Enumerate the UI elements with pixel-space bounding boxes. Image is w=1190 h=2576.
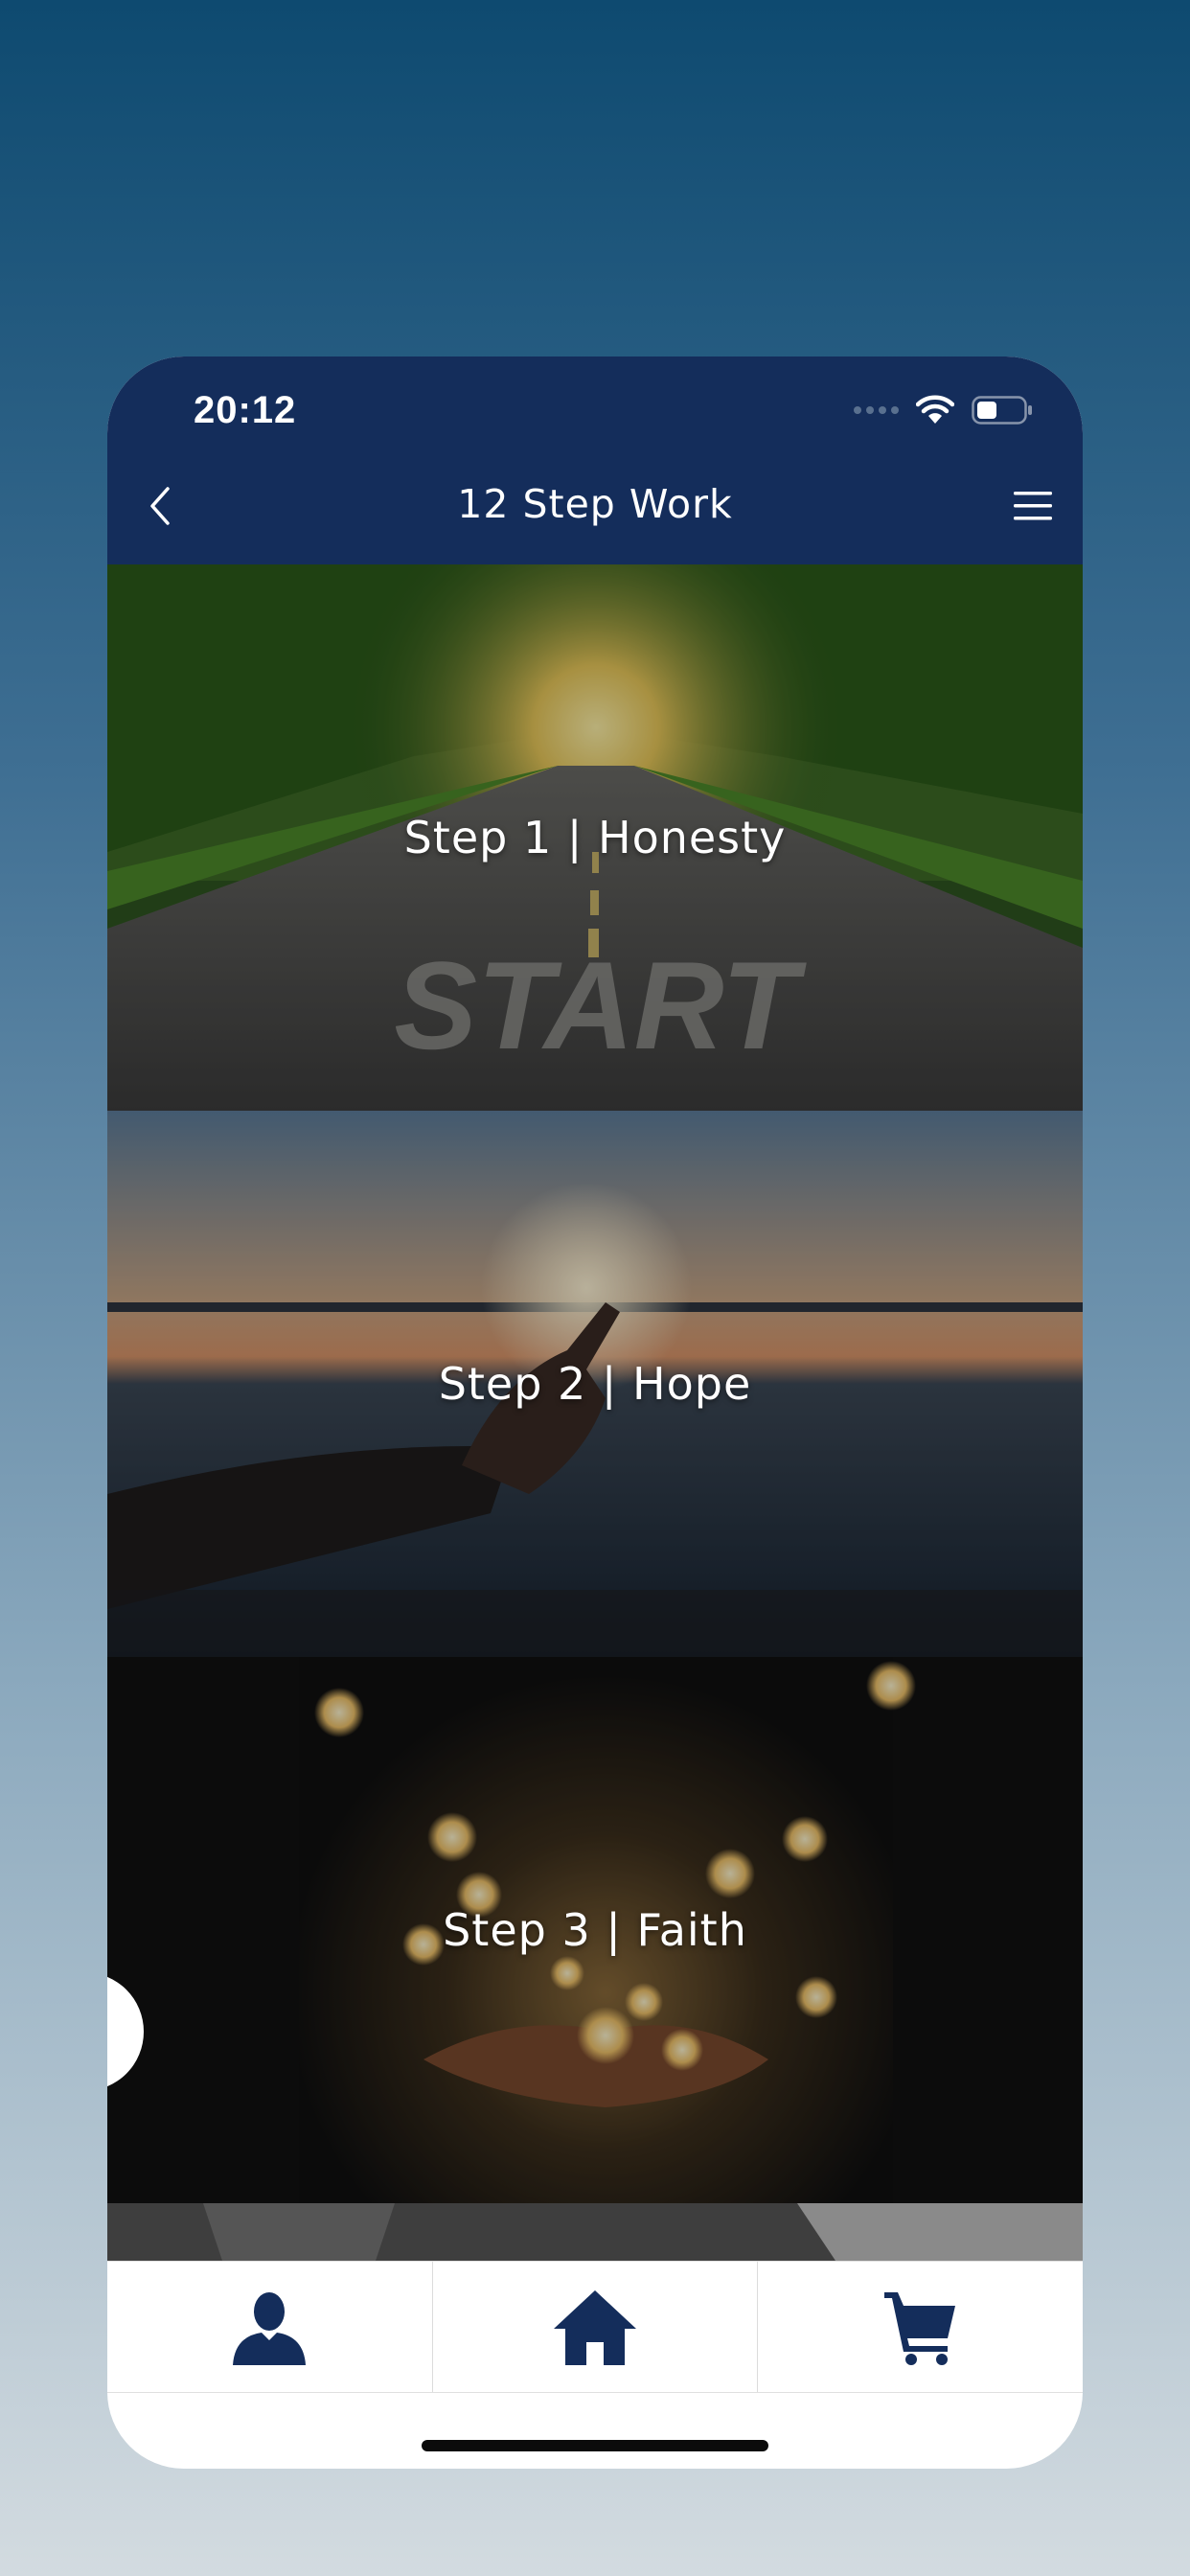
user-icon <box>233 2292 307 2365</box>
step-card-3[interactable]: Step 3 | Faith <box>107 1657 1083 2203</box>
cart-icon <box>883 2292 955 2365</box>
wifi-icon <box>916 395 954 426</box>
step-card-4[interactable] <box>107 2203 1083 2261</box>
step-label: Step 1 | Honesty <box>403 812 787 863</box>
menu-button[interactable] <box>1004 477 1062 535</box>
steps-list: START Step 1 | Honesty Step 2 | Hope Ste… <box>107 564 1083 2261</box>
tab-home[interactable] <box>433 2262 759 2392</box>
step-card-2[interactable]: Step 2 | Hope <box>107 1111 1083 1657</box>
hamburger-menu-icon <box>1014 492 1052 520</box>
home-indicator[interactable] <box>422 2440 768 2451</box>
status-time: 20:12 <box>194 389 297 431</box>
phone-screen: 20:12 12 Step Work START Step 1 | Honest… <box>107 356 1083 2469</box>
step-label: Step 2 | Hope <box>438 1358 752 1410</box>
status-indicators <box>854 393 1033 427</box>
page-title: 12 Step Work <box>457 481 733 527</box>
step-card-1[interactable]: START Step 1 | Honesty <box>107 564 1083 1111</box>
tab-profile[interactable] <box>107 2262 433 2392</box>
home-icon <box>554 2290 636 2365</box>
rock-image <box>107 2203 1083 2261</box>
step-label: Step 3 | Faith <box>443 1904 747 1956</box>
top-bar: 20:12 12 Step Work <box>107 356 1083 564</box>
tab-bar <box>107 2261 1083 2393</box>
nav-bar: 12 Step Work <box>107 450 1083 564</box>
signal-icon <box>854 406 899 414</box>
battery-icon <box>972 396 1033 425</box>
tab-cart[interactable] <box>758 2262 1083 2392</box>
